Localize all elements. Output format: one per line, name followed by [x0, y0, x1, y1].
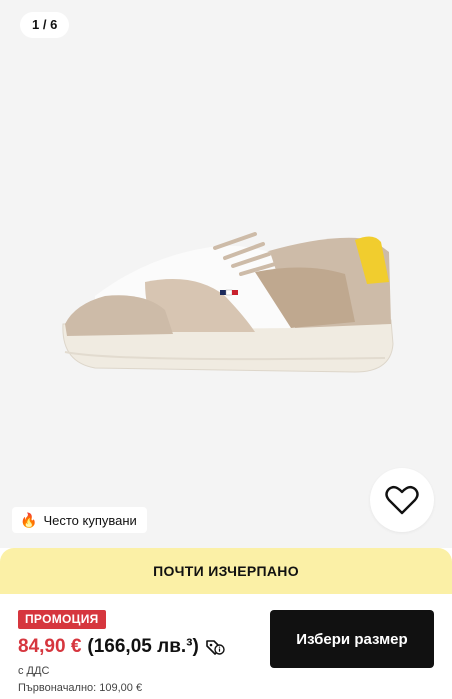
vat-note: с ДДС — [18, 665, 50, 677]
purchase-panel: ПОЧТИ ИЗЧЕРПАНО ПРОМОЦИЯ 84,90 € (166,05… — [0, 548, 452, 699]
product-image-gallery[interactable]: 1 / 6 🔥 Често купувани — [0, 0, 452, 548]
wishlist-button[interactable] — [370, 468, 434, 532]
price-info-icon[interactable] — [205, 638, 225, 656]
frequently-bought-badge: 🔥 Често купувани — [12, 507, 147, 533]
select-size-button[interactable]: Избери размер — [270, 610, 434, 668]
current-price: 84,90 € — [18, 636, 82, 657]
price-row: 84,90 € (166,05 лв.³) — [18, 636, 225, 658]
fire-icon: 🔥 — [20, 512, 38, 528]
product-image-sneaker[interactable] — [55, 212, 400, 387]
heart-icon — [385, 485, 419, 515]
original-price: Първоначално: 109,00 € — [18, 682, 143, 694]
converted-price: (166,05 лв.³) — [87, 636, 199, 657]
low-stock-banner: ПОЧТИ ИЗЧЕРПАНО — [0, 548, 452, 594]
frequently-bought-label: Често купувани — [43, 512, 137, 528]
image-counter: 1 / 6 — [20, 12, 70, 38]
promotion-badge: ПРОМОЦИЯ — [18, 610, 106, 629]
